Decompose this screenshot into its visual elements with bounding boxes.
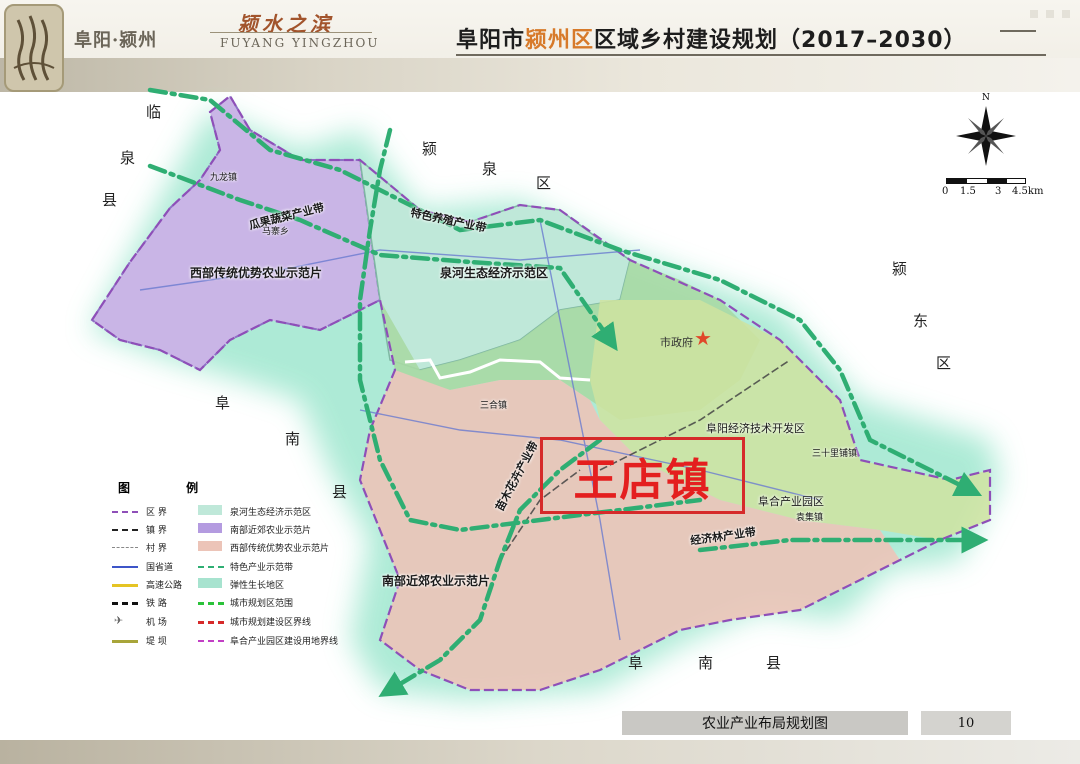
legend-label: 西部传统优势农业示范片 [230, 544, 330, 554]
railway-icon [112, 602, 138, 605]
legend-label: 城市规划区范围 [230, 599, 294, 609]
scale-tick: 4.5km [1012, 186, 1044, 197]
neighbor-yingquan-1: 颍 [422, 140, 438, 158]
zone-label-west: 西部传统优势农业示范片 [190, 266, 323, 280]
zone-label-quanhe: 泉河生态经济示范区 [440, 266, 549, 280]
legend-label: 铁 路 [146, 599, 167, 609]
town-boundary-icon [112, 529, 138, 531]
city-hall-label: 市政府 [660, 336, 693, 349]
scale-tick: 1.5 [960, 186, 976, 197]
zone-label-fuhe: 阜合产业园区 [758, 495, 824, 508]
dike-icon [112, 640, 138, 643]
city-hall-star-icon: ★ [694, 326, 712, 350]
neighbor-funan-west-3: 县 [332, 483, 348, 501]
legend-label: 机 场 [146, 618, 167, 628]
legend-label: 城市规划建设区界线 [230, 618, 312, 628]
neighbor-yingdong-1: 颍 [892, 260, 908, 278]
town-label: 袁集镇 [796, 513, 824, 523]
legend-label: 阜合产业园区建设用地界线 [230, 637, 339, 647]
national-road-icon [112, 566, 138, 568]
neighbor-funan-south-3: 县 [766, 654, 782, 672]
scale-bar [946, 178, 1026, 184]
neighbor-yingdong-2: 东 [913, 312, 929, 330]
legend-label: 村 界 [146, 544, 167, 554]
west-zone-swatch-icon [198, 541, 222, 551]
legend-label: 泉河生态经济示范区 [230, 508, 312, 518]
expressway-icon [112, 584, 138, 587]
legend-label: 国省道 [146, 563, 174, 573]
town-label: 三十里铺镇 [812, 449, 858, 459]
flexible-growth-swatch-icon [198, 578, 222, 588]
district-boundary-icon [112, 511, 138, 513]
neighbor-funan-south-2: 南 [698, 654, 714, 672]
fuhe-park-boundary-icon [198, 640, 224, 642]
legend-label: 南部近郊农业示范片 [230, 526, 312, 536]
neighbor-yingquan-2: 泉 [482, 160, 498, 178]
south-zone-swatch-icon [198, 523, 222, 533]
village-boundary-icon [112, 547, 138, 548]
legend-label: 堤 坝 [146, 637, 167, 647]
neighbor-linquan-2: 泉 [120, 149, 136, 167]
neighbor-yingquan-3: 区 [536, 174, 552, 192]
neighbor-funan-west-1: 阜 [215, 394, 231, 412]
urban-planning-boundary-icon [198, 602, 224, 605]
legend-label: 特色产业示范带 [230, 563, 294, 573]
legend-label: 高速公路 [146, 581, 183, 591]
legend-label: 区 界 [146, 508, 167, 518]
zone-label-south: 南部近郊农业示范片 [382, 574, 491, 588]
zone-label-devzone: 阜阳经济技术开发区 [706, 422, 805, 435]
airport-icon: ✈ [114, 614, 124, 627]
town-label: 马寨乡 [262, 227, 290, 237]
north-arrow-icon: N [956, 93, 1016, 166]
neighbor-funan-west-2: 南 [285, 430, 301, 448]
neighbor-linquan-3: 县 [102, 191, 118, 209]
legend-label: 弹性生长地区 [230, 581, 285, 591]
focus-town-label: 王店镇 [573, 454, 712, 506]
neighbor-linquan-1: 临 [146, 103, 162, 121]
quanhe-zone-swatch-icon [198, 505, 222, 515]
legend-label: 镇 界 [146, 526, 167, 536]
town-label: 九龙镇 [210, 173, 238, 183]
industry-belt-icon [198, 566, 224, 568]
legend-title: 图 例 [118, 481, 225, 495]
scale-tick: 0 [942, 186, 949, 197]
neighbor-funan-south-1: 阜 [628, 654, 644, 672]
neighbor-yingdong-3: 区 [936, 354, 952, 372]
map-canvas [90, 87, 1000, 700]
map-caption: 农业产业布局规划图 [622, 711, 908, 735]
scale-tick: 3 [995, 186, 1002, 197]
urban-construction-boundary-icon [198, 621, 224, 624]
page-number: 10 [921, 711, 1011, 735]
town-label: 三合镇 [480, 401, 508, 411]
compass-north-label: N [982, 93, 990, 103]
footer-band [0, 740, 1080, 764]
